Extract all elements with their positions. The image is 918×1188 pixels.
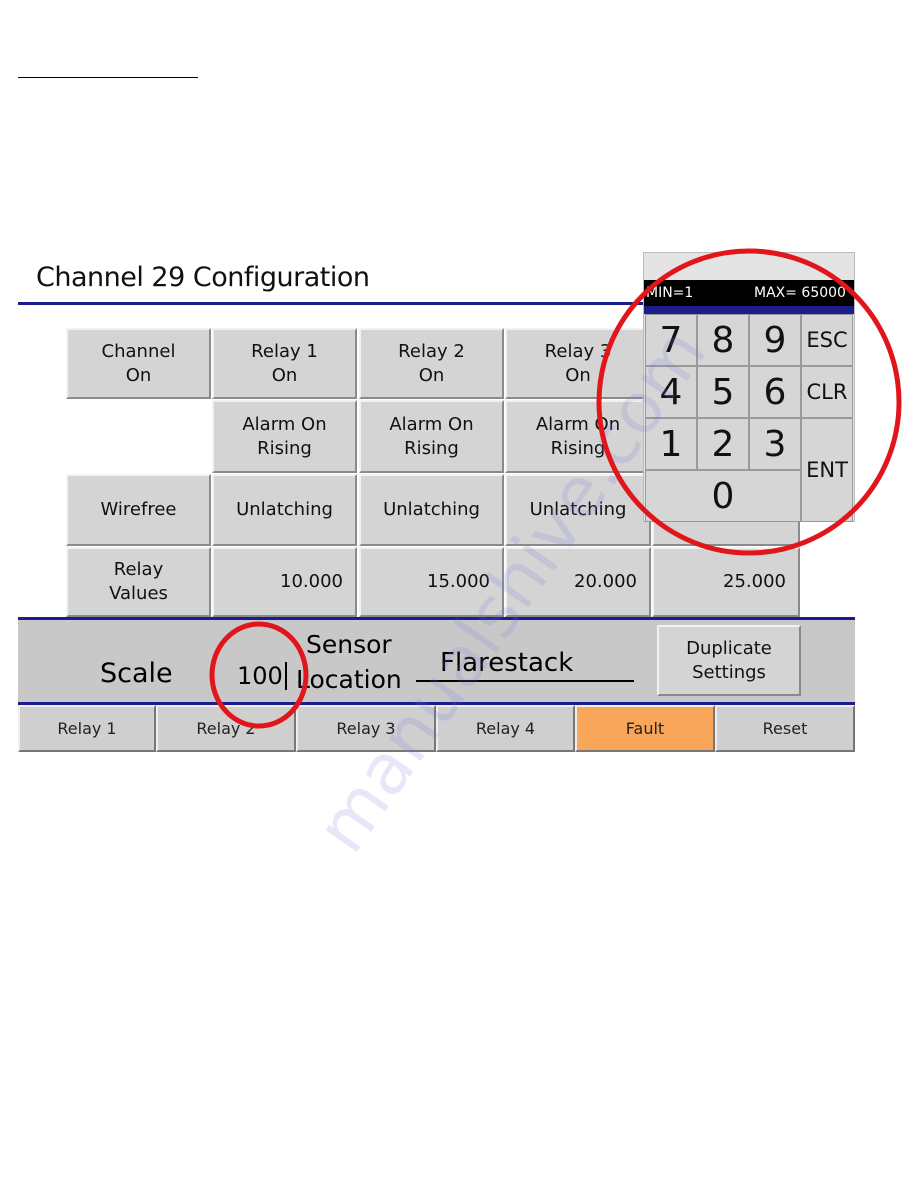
annotation-layer xyxy=(209,248,902,729)
scale-highlight-circle xyxy=(209,621,309,729)
keypad-highlight-circle xyxy=(596,248,902,556)
document-page: Channel 29 Configuration Channel On Relay… xyxy=(0,0,918,1188)
